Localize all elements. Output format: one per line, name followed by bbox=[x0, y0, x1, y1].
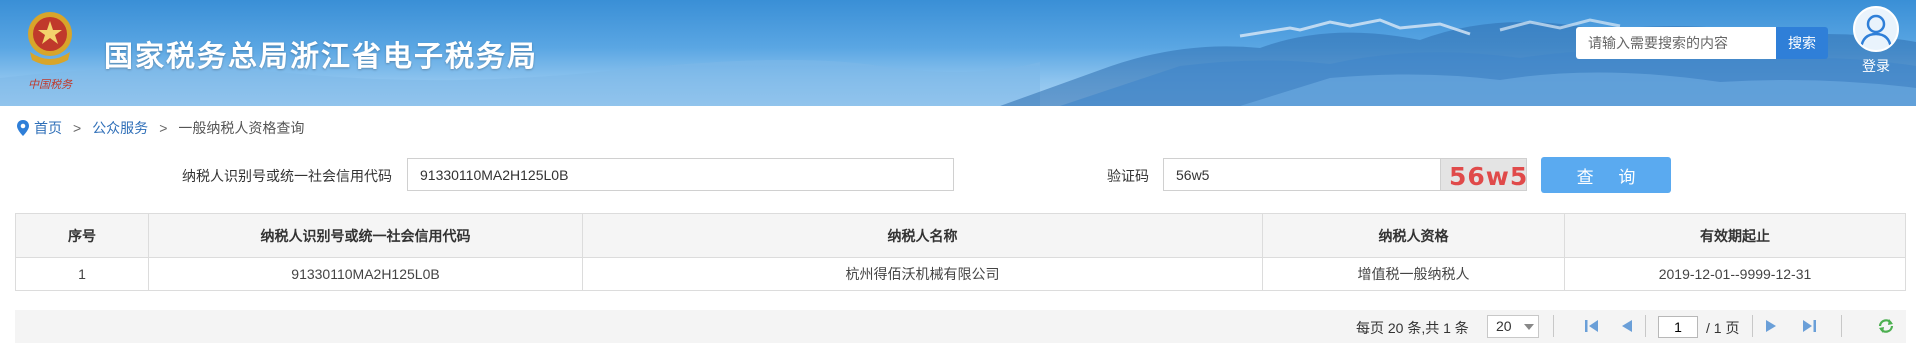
location-pin-icon bbox=[17, 120, 29, 136]
captcha-label: 验证码 bbox=[1107, 168, 1149, 184]
table-header-row: 序号 纳税人识别号或统一社会信用代码 纳税人名称 纳税人资格 有效期起止 bbox=[15, 213, 1906, 258]
breadcrumb-separator: > bbox=[73, 120, 82, 136]
login-button[interactable]: 登录 bbox=[1850, 6, 1902, 76]
svg-text:中国税务: 中国税务 bbox=[28, 78, 73, 91]
page-summary: 每页 20 条,共 1 条 bbox=[1356, 320, 1469, 336]
first-page-icon[interactable] bbox=[1583, 318, 1601, 334]
column-header-qualification: 纳税人资格 bbox=[1262, 213, 1565, 258]
breadcrumb-public-service[interactable]: 公众服务 bbox=[92, 118, 148, 138]
current-page-input[interactable] bbox=[1658, 316, 1698, 338]
result-table: 序号 纳税人识别号或统一社会信用代码 纳税人名称 纳税人资格 有效期起止 1 9… bbox=[15, 213, 1906, 291]
breadcrumb: 首页 > 公众服务 > 一般纳税人资格查询 bbox=[16, 118, 304, 138]
column-header-index: 序号 bbox=[15, 213, 149, 258]
prev-page-icon[interactable] bbox=[1618, 318, 1636, 334]
last-page-icon[interactable] bbox=[1800, 318, 1818, 334]
search-input[interactable] bbox=[1576, 27, 1776, 59]
column-header-validity: 有效期起止 bbox=[1564, 213, 1906, 258]
user-avatar-icon bbox=[1853, 6, 1899, 52]
captcha-image[interactable]: 56w5 bbox=[1440, 158, 1527, 191]
taxpayer-id-label: 纳税人识别号或统一社会信用代码 bbox=[182, 168, 392, 184]
search-button[interactable]: 搜索 bbox=[1776, 27, 1828, 59]
breadcrumb-current: 一般纳税人资格查询 bbox=[178, 120, 305, 136]
cell-taxpayer-name: 杭州得佰沃机械有限公司 bbox=[582, 257, 1263, 291]
pager-divider bbox=[1645, 315, 1646, 337]
breadcrumb-separator: > bbox=[159, 120, 168, 136]
table-row: 1 91330110MA2H125L0B 杭州得佰沃机械有限公司 增值税一般纳税… bbox=[15, 257, 1906, 291]
cell-validity: 2019-12-01--9999-12-31 bbox=[1564, 257, 1906, 291]
login-label: 登录 bbox=[1862, 58, 1890, 74]
query-button[interactable]: 查 询 bbox=[1541, 157, 1671, 193]
site-header: 中国税务 国家税务总局浙江省电子税务局 搜索 登录 bbox=[0, 0, 1916, 106]
captcha-input[interactable] bbox=[1163, 158, 1441, 191]
captcha-image-text: 56w5 bbox=[1449, 162, 1527, 191]
site-title: 国家税务总局浙江省电子税务局 bbox=[104, 41, 539, 73]
chevron-down-icon bbox=[1524, 324, 1534, 330]
page-size-select[interactable]: 20 bbox=[1487, 315, 1539, 338]
column-header-taxpayer-name: 纳税人名称 bbox=[582, 213, 1263, 258]
total-pages: / 1 页 bbox=[1706, 320, 1740, 336]
cell-index: 1 bbox=[15, 257, 149, 291]
taxpayer-id-input[interactable] bbox=[407, 158, 954, 191]
pager-divider bbox=[1553, 315, 1554, 337]
page-size-value: 20 bbox=[1496, 318, 1512, 334]
column-header-taxpayer-id: 纳税人识别号或统一社会信用代码 bbox=[148, 213, 583, 258]
breadcrumb-home[interactable]: 首页 bbox=[34, 118, 62, 138]
cell-taxpayer-id: 91330110MA2H125L0B bbox=[148, 257, 583, 291]
tax-emblem-icon: 中国税务 bbox=[28, 12, 73, 91]
next-page-icon[interactable] bbox=[1762, 318, 1780, 334]
pager-divider bbox=[1841, 315, 1842, 337]
cell-qualification: 增值税一般纳税人 bbox=[1262, 257, 1565, 291]
pagination-bar: 每页 20 条,共 1 条 20 / 1 页 bbox=[15, 310, 1906, 343]
refresh-icon[interactable] bbox=[1877, 318, 1895, 334]
pager-divider bbox=[1752, 315, 1753, 337]
